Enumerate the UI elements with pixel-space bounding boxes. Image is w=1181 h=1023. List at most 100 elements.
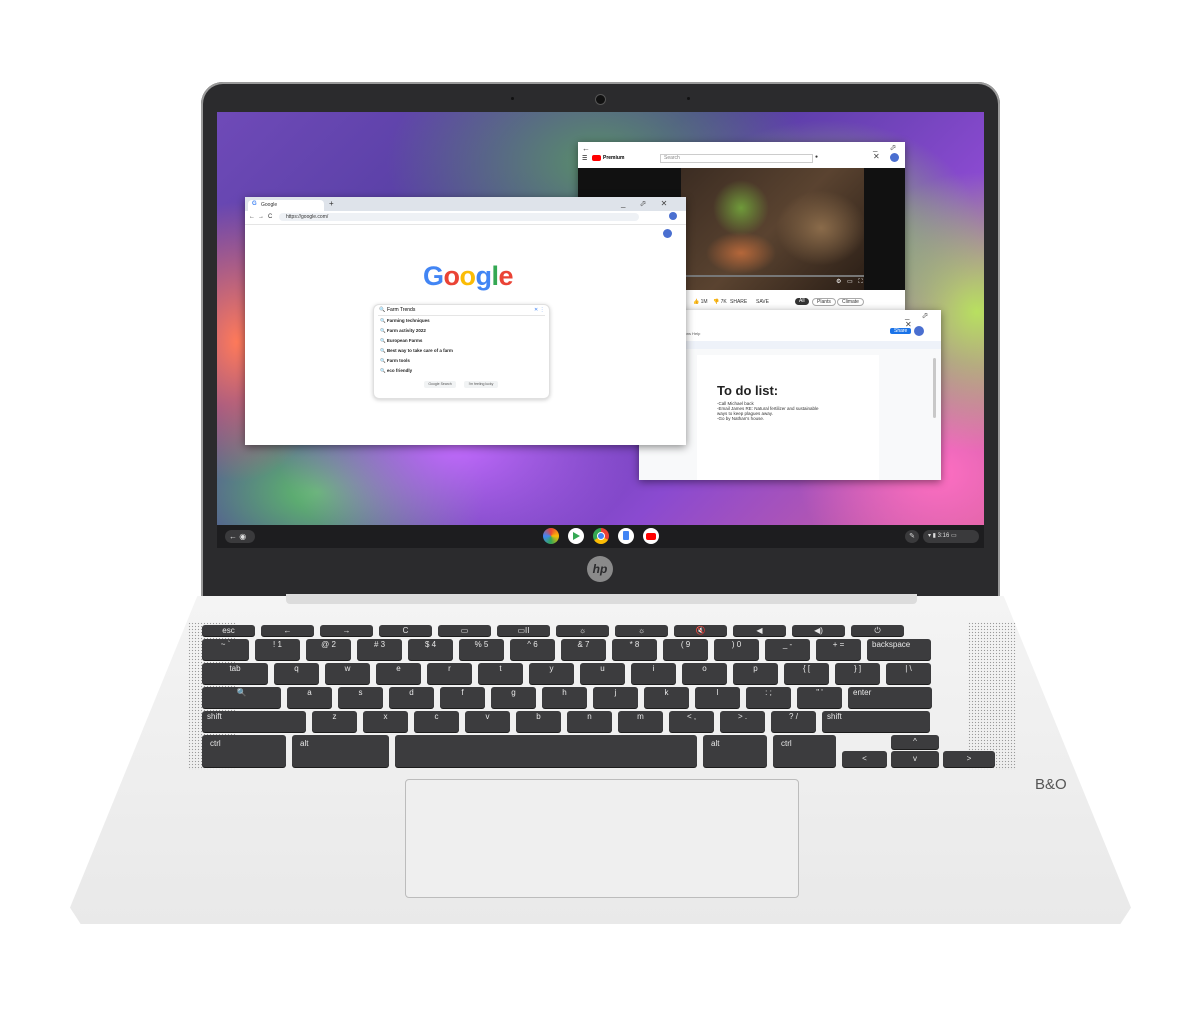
window-controls[interactable]: _ ⬀ ✕	[905, 311, 941, 329]
back-icon[interactable]: ← ◉	[225, 530, 255, 543]
keyboard-key[interactable]: 🔇	[674, 625, 727, 636]
like-button[interactable]: 👍 1M	[693, 299, 708, 305]
keyboard-key[interactable]: ^ 6	[510, 639, 555, 660]
search-input[interactable]: Farm Trends	[387, 307, 415, 313]
keyboard-key[interactable]: y	[529, 663, 574, 684]
keyboard-key[interactable]: j	[593, 687, 638, 708]
lucky-button[interactable]: I'm feeling lucky	[464, 381, 498, 388]
new-tab-button[interactable]: +	[329, 199, 334, 208]
keyboard-key[interactable]: g	[491, 687, 536, 708]
keyboard-key[interactable]: ▭II	[497, 625, 550, 636]
keyboard-key[interactable]: * 8	[612, 639, 657, 660]
keyboard-key[interactable]: t	[478, 663, 523, 684]
keyboard-key[interactable]: z	[312, 711, 357, 732]
keyboard-key[interactable]: e	[376, 663, 421, 684]
keyboard-key[interactable]: ! 1	[255, 639, 300, 660]
player-controls[interactable]: ⚙ ▭ ⛶	[836, 278, 865, 286]
keyboard-key[interactable]: { [	[784, 663, 829, 684]
keyboard-key[interactable]: ←	[261, 625, 314, 636]
arrow-key[interactable]: >	[943, 751, 995, 767]
keyboard-key[interactable]: alt	[703, 735, 767, 767]
keyboard-key[interactable]: c	[414, 711, 459, 732]
keyboard-key[interactable]: ? /	[771, 711, 816, 732]
spacebar[interactable]	[395, 735, 697, 767]
keyboard-key[interactable]: enter	[848, 687, 932, 708]
keyboard-key[interactable]: " '	[797, 687, 842, 708]
keyboard-key[interactable]: m	[618, 711, 663, 732]
keyboard-key[interactable]: l	[695, 687, 740, 708]
chip-climate[interactable]: Climate	[837, 298, 864, 306]
keyboard-key[interactable]: q	[274, 663, 319, 684]
suggestion-item[interactable]: 🔍 Farming techniques	[380, 318, 430, 327]
trackpad[interactable]	[405, 779, 799, 898]
keyboard-key[interactable]: ◀	[733, 625, 786, 636]
keyboard-key[interactable]: ⏻	[851, 625, 904, 636]
keyboard-key[interactable]: : ;	[746, 687, 791, 708]
share-button[interactable]: Share	[890, 328, 912, 334]
address-bar[interactable]: https://google.com/	[279, 213, 639, 221]
keyboard-key[interactable]: # 3	[357, 639, 402, 660]
status-tray[interactable]: ▾ ▮ 3:16 ▭	[923, 530, 979, 543]
google-search-button[interactable]: Google Search	[424, 381, 456, 388]
keyboard-key[interactable]: u	[580, 663, 625, 684]
progress-bar[interactable]	[681, 275, 864, 277]
keyboard-key[interactable]: ~ `	[202, 639, 249, 660]
account-avatar[interactable]	[663, 229, 672, 238]
avatar[interactable]	[669, 212, 677, 220]
keyboard-key[interactable]: shift	[822, 711, 930, 732]
keyboard-key[interactable]: d	[389, 687, 434, 708]
scrollbar[interactable]	[933, 358, 936, 418]
chip-plants[interactable]: Plants	[812, 298, 836, 306]
keyboard-key[interactable]: tab	[202, 663, 268, 684]
share-button[interactable]: SHARE	[730, 299, 747, 305]
keyboard-key[interactable]: n	[567, 711, 612, 732]
keyboard-key[interactable]: ctrl	[202, 735, 286, 767]
keyboard-key[interactable]: a	[287, 687, 332, 708]
keyboard-key[interactable]: ☼	[615, 625, 668, 636]
keyboard-key[interactable]: ◀)	[792, 625, 845, 636]
youtube-app-icon[interactable]	[643, 528, 659, 544]
keyboard-key[interactable]: f	[440, 687, 485, 708]
keyboard-key[interactable]: ctrl	[773, 735, 836, 767]
keyboard-key[interactable]: k	[644, 687, 689, 708]
clear-icon[interactable]: ✕ ⋮	[534, 307, 545, 313]
avatar[interactable]	[914, 326, 924, 336]
keyboard-key[interactable]: s	[338, 687, 383, 708]
dislike-button[interactable]: 👎 7K	[713, 299, 727, 305]
keyboard-key[interactable]: $ 4	[408, 639, 453, 660]
keyboard-key[interactable]: o	[682, 663, 727, 684]
arrow-key[interactable]: ^	[891, 735, 939, 749]
play-store-app-icon[interactable]	[568, 528, 584, 544]
window-controls[interactable]: _ ⬀ ✕	[873, 143, 905, 161]
suggestion-item[interactable]: 🔍 Farm tools	[380, 358, 410, 367]
photos-app-icon[interactable]	[543, 528, 559, 544]
doc-page[interactable]: To do list: -Call Michael back -Email Ja…	[697, 355, 879, 480]
docs-app-icon[interactable]	[618, 528, 634, 544]
keyboard-key[interactable]: h	[542, 687, 587, 708]
keyboard-key[interactable]: % 5	[459, 639, 504, 660]
avatar[interactable]	[890, 153, 899, 162]
keyboard-key[interactable]: b	[516, 711, 561, 732]
keyboard-key[interactable]: v	[465, 711, 510, 732]
chip-all[interactable]: All	[795, 298, 809, 305]
save-button[interactable]: SAVE	[756, 299, 769, 305]
keyboard-key[interactable]: 🔍	[202, 687, 281, 708]
keyboard-key[interactable]: →	[320, 625, 373, 636]
youtube-search-input[interactable]: Search	[660, 154, 813, 163]
arrow-key[interactable]: <	[842, 751, 887, 767]
tab-google[interactable]: G Google	[248, 200, 324, 211]
stylus-icon[interactable]: ✎	[905, 530, 919, 543]
keyboard-key[interactable]: r	[427, 663, 472, 684]
suggestion-item[interactable]: 🔍 eco friendly	[380, 368, 412, 377]
keyboard-key[interactable]: | \	[886, 663, 931, 684]
keyboard-key[interactable]: esc	[202, 625, 255, 636]
keyboard-key[interactable]: ) 0	[714, 639, 759, 660]
mic-icon[interactable]: ●	[815, 154, 818, 160]
keyboard[interactable]: esc ← → C ▭ ▭II ☼ ☼ 🔇 ◀ ◀) ⏻ ~ `! 1 @ 2 # 3 $ 4% 5 ^ 6 & …	[200, 622, 1000, 772]
window-controls[interactable]: _ ⬀ ✕	[621, 199, 673, 208]
suggestion-item[interactable]: 🔍 Farm activity 2022	[380, 328, 426, 337]
keyboard-key[interactable]: & 7	[561, 639, 606, 660]
chrome-app-icon[interactable]	[593, 528, 609, 544]
suggestion-item[interactable]: 🔍 European Farms	[380, 338, 422, 347]
keyboard-key[interactable]: @ 2	[306, 639, 351, 660]
